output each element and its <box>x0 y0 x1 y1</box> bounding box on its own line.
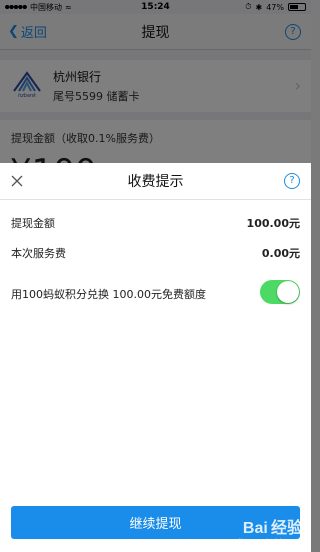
row-value: 0.00元 <box>261 247 300 260</box>
service-fee-row: 本次服务费 0.00元 <box>11 245 300 261</box>
watermark-url: jingyan.baidu.com <box>238 538 303 546</box>
sheet-header: 收费提示 ? <box>0 163 311 200</box>
watermark-logo: Bai 经验 <box>242 520 303 537</box>
fee-tip-sheet: 收费提示 ? 提现金额 100.00元 本次服务费 0.00元 用100蚂蚁积分… <box>0 163 311 552</box>
watermark: Bai 经验 jingyan.baidu.com <box>238 514 303 546</box>
sheet-title: 收费提示 <box>127 174 184 190</box>
points-exchange-row: 用100蚂蚁积分兑换 100.00元免费额度 <box>11 286 251 302</box>
row-value: 100.00元 <box>246 217 300 230</box>
help-icon[interactable]: ? <box>284 173 300 189</box>
points-exchange-toggle[interactable] <box>260 280 300 304</box>
row-label: 提现金额 <box>11 217 55 230</box>
toggle-knob <box>277 281 299 303</box>
withdraw-amount-row: 提现金额 100.00元 <box>11 215 300 231</box>
row-label: 本次服务费 <box>11 247 66 260</box>
points-exchange-label: 用100蚂蚁积分兑换 100.00元免费额度 <box>11 288 206 301</box>
